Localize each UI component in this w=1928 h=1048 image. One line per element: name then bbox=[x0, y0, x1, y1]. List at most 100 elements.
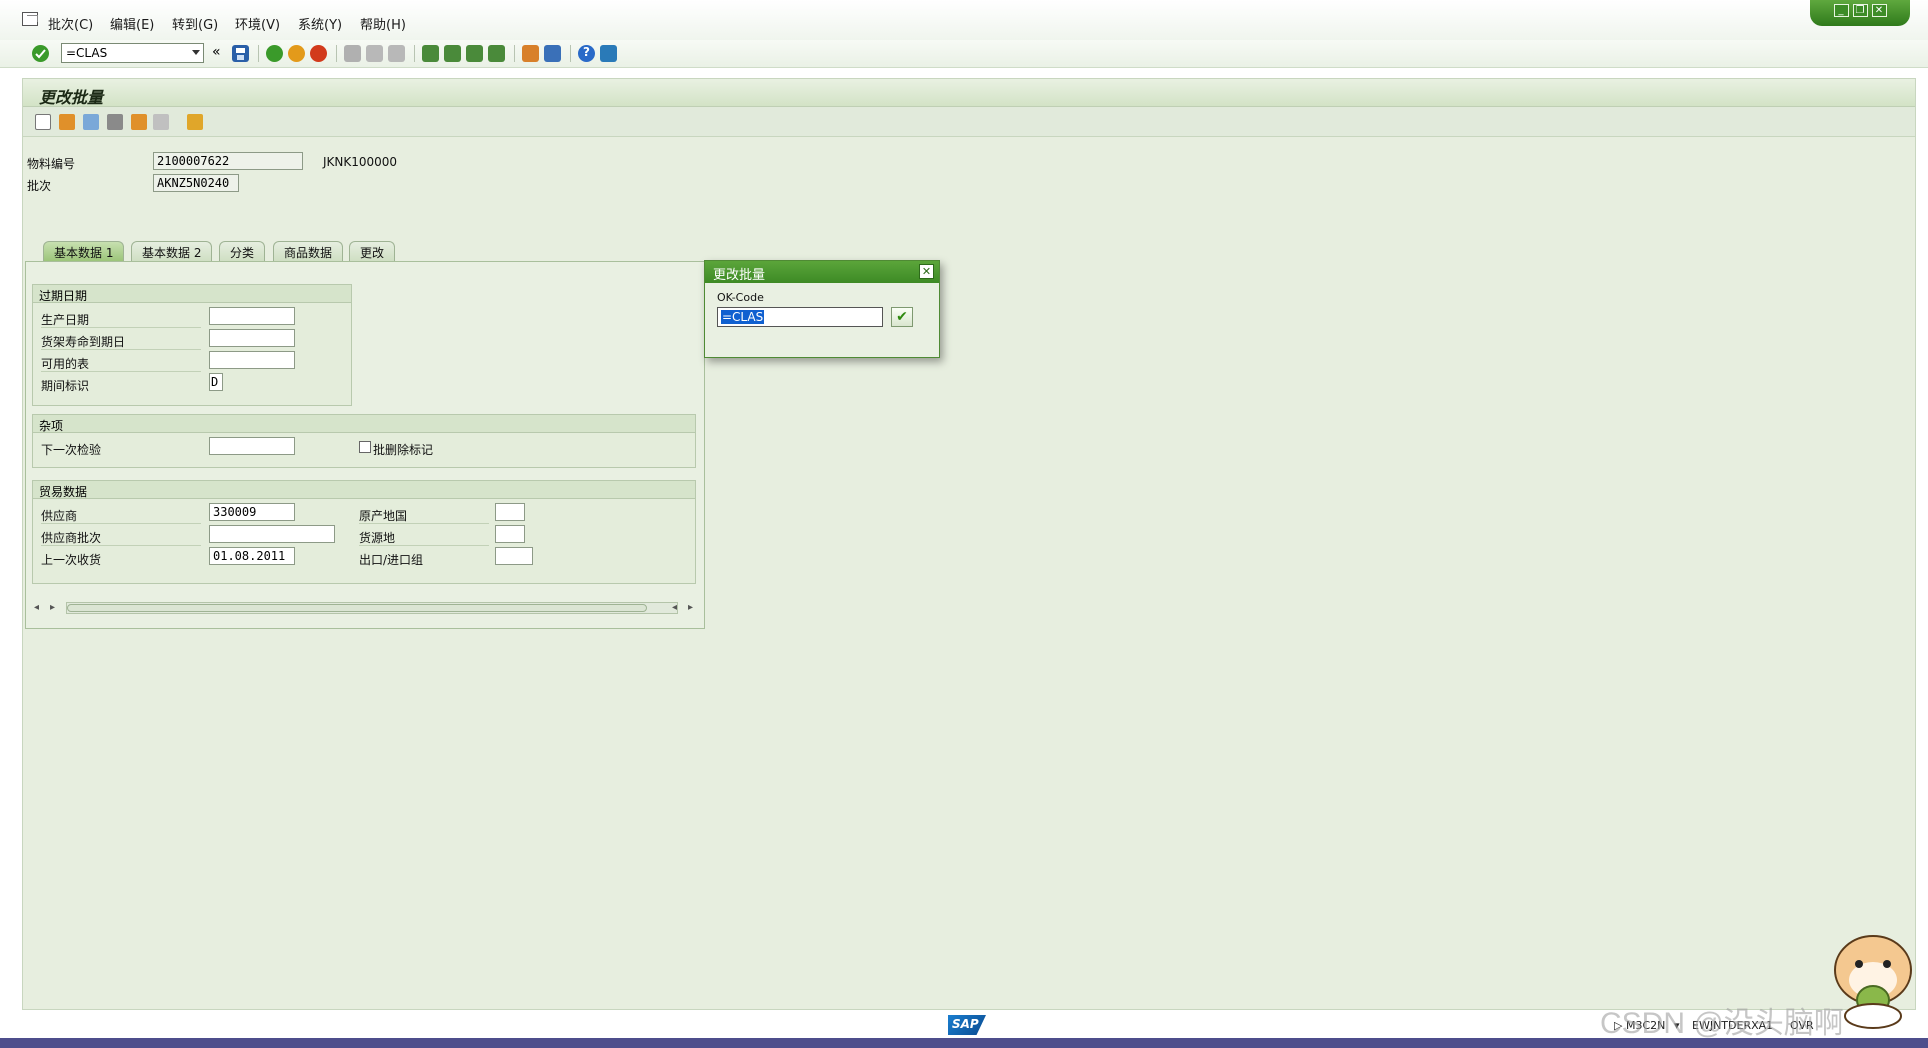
other-batch-icon[interactable] bbox=[131, 114, 147, 130]
find-next-icon[interactable] bbox=[388, 45, 405, 62]
system-toolbar: =CLAS « ? bbox=[0, 40, 1928, 68]
row-divider bbox=[359, 545, 489, 546]
first-page-icon[interactable] bbox=[422, 45, 439, 62]
command-field-value: =CLAS bbox=[66, 46, 108, 60]
shelf-life-expiry-field[interactable] bbox=[209, 329, 295, 347]
application-toolbar bbox=[23, 107, 1915, 137]
toolbar-separator bbox=[570, 45, 571, 62]
material-label: 物料编号 bbox=[27, 157, 76, 171]
group-trade-data: 贸易数据 供应商 330009 供应商批次 上一次收货 01.08.2011 原… bbox=[32, 480, 696, 584]
ok-code-input[interactable]: =CLAS bbox=[717, 307, 883, 327]
layout-menu-icon[interactable] bbox=[600, 45, 617, 62]
production-date-label: 生产日期 bbox=[41, 313, 90, 327]
hamster-mascot-icon bbox=[1834, 935, 1912, 1029]
shortcut-icon[interactable] bbox=[544, 45, 561, 62]
last-page-icon[interactable] bbox=[488, 45, 505, 62]
double-chevron-left-icon[interactable]: « bbox=[212, 44, 221, 60]
material-field[interactable]: 2100007622 bbox=[153, 152, 303, 170]
dialog-title-text: 更改批量 bbox=[713, 268, 766, 283]
tab-classification[interactable]: 分类 bbox=[219, 241, 266, 261]
edit-pencil-icon[interactable] bbox=[83, 114, 99, 130]
scroll-left-end-icon[interactable]: ◂ bbox=[672, 602, 677, 613]
row-divider bbox=[41, 371, 201, 372]
period-indicator-field[interactable]: D bbox=[209, 373, 223, 391]
country-of-origin-field[interactable] bbox=[495, 503, 525, 521]
region-of-origin-label: 货源地 bbox=[359, 531, 396, 545]
scroll-left-icon[interactable]: ◂ bbox=[34, 602, 39, 613]
exit-icon[interactable] bbox=[288, 45, 305, 62]
row-divider bbox=[41, 327, 201, 328]
vendor-label: 供应商 bbox=[41, 509, 78, 523]
ok-code-label: OK-Code bbox=[717, 291, 764, 304]
vendor-batch-field[interactable] bbox=[209, 525, 335, 543]
country-of-origin-label: 原产地国 bbox=[359, 509, 408, 523]
menu-batch[interactable]: 批次(C) bbox=[48, 14, 93, 33]
region-of-origin-field[interactable] bbox=[495, 525, 525, 543]
export-import-group-label: 出口/进口组 bbox=[359, 553, 424, 567]
command-field[interactable]: =CLAS bbox=[61, 43, 204, 63]
help-icon[interactable]: ? bbox=[578, 45, 595, 62]
find-icon[interactable] bbox=[366, 45, 383, 62]
toolbar-separator bbox=[514, 45, 515, 62]
confirm-check-button[interactable]: ✔ bbox=[891, 307, 913, 327]
ok-code-dialog: 更改批量 ✕ OK-Code =CLAS ✔ bbox=[704, 260, 940, 358]
menu-goto[interactable]: 转到(G) bbox=[172, 14, 218, 33]
minimize-icon[interactable]: _ bbox=[1833, 4, 1849, 17]
tab-basic-data-2[interactable]: 基本数据 2 bbox=[131, 241, 213, 261]
row-divider bbox=[359, 523, 489, 524]
tab-panel-basic-data-1: 过期日期 生产日期 货架寿命到期日 可用的表 期间标识 D 杂项 下一次检验 批… bbox=[25, 261, 705, 629]
display-change-icon[interactable] bbox=[107, 114, 123, 130]
dialog-title: 更改批量 ✕ bbox=[705, 261, 939, 283]
horizontal-scrollbar[interactable] bbox=[66, 602, 678, 614]
save-icon[interactable] bbox=[232, 45, 249, 62]
next-page-icon[interactable] bbox=[466, 45, 483, 62]
export-import-group-field[interactable] bbox=[495, 547, 533, 565]
menu-edit[interactable]: 编辑(E) bbox=[110, 14, 154, 33]
restore-icon[interactable]: ❐ bbox=[1852, 4, 1868, 17]
period-indicator-label: 期间标识 bbox=[41, 379, 90, 393]
next-inspection-label: 下一次检验 bbox=[41, 443, 102, 457]
scroll-right-end-icon[interactable]: ▸ bbox=[688, 602, 693, 613]
new-session-icon[interactable] bbox=[522, 45, 539, 62]
chevron-down-icon[interactable] bbox=[192, 50, 200, 55]
batch-field[interactable]: AKNZ5N0240 bbox=[153, 174, 239, 192]
enter-check-icon[interactable] bbox=[32, 45, 49, 62]
group-trade-title: 贸易数据 bbox=[33, 481, 695, 499]
delete-icon[interactable] bbox=[153, 114, 169, 130]
cancel-icon[interactable] bbox=[310, 45, 327, 62]
menu-help[interactable]: 帮助(H) bbox=[360, 14, 406, 33]
menu-system[interactable]: 系统(Y) bbox=[298, 14, 342, 33]
toolbar-separator bbox=[414, 45, 415, 62]
last-receipt-label: 上一次收货 bbox=[41, 553, 102, 567]
copy-icon[interactable] bbox=[59, 114, 75, 130]
menu-bar: 批次(C) 编辑(E) 转到(G) 环境(V) 系统(Y) 帮助(H) _ ❐ … bbox=[0, 0, 1928, 40]
close-icon[interactable]: ✕ bbox=[919, 264, 934, 279]
production-date-field[interactable] bbox=[209, 307, 295, 325]
vendor-field[interactable]: 330009 bbox=[209, 503, 295, 521]
previous-page-icon[interactable] bbox=[444, 45, 461, 62]
close-window-icon[interactable]: ✕ bbox=[1871, 4, 1887, 17]
tab-material-data[interactable]: 商品数据 bbox=[273, 241, 344, 261]
menu-customize-icon[interactable] bbox=[22, 12, 38, 26]
scrollbar-thumb[interactable] bbox=[67, 604, 647, 612]
main-work-area: 更改批量 物料编号 2100007622 JKNK100000 批次 AKNZ5… bbox=[22, 78, 1916, 1010]
scroll-right-icon[interactable]: ▸ bbox=[50, 602, 55, 613]
row-divider bbox=[41, 349, 201, 350]
last-receipt-field[interactable]: 01.08.2011 bbox=[209, 547, 295, 565]
title-bar: 更改批量 bbox=[23, 79, 1915, 107]
watermark: CSDN @没头脑啊 bbox=[1600, 1007, 1844, 1040]
menu-environment[interactable]: 环境(V) bbox=[235, 14, 280, 33]
create-icon[interactable] bbox=[35, 114, 51, 130]
material-description: JKNK100000 bbox=[323, 155, 398, 169]
tab-changes[interactable]: 更改 bbox=[349, 241, 396, 261]
deletion-flag-checkbox[interactable] bbox=[359, 441, 371, 453]
print-icon[interactable] bbox=[344, 45, 361, 62]
available-from-field[interactable] bbox=[209, 351, 295, 369]
next-inspection-field[interactable] bbox=[209, 437, 295, 455]
group-expiry-title: 过期日期 bbox=[33, 285, 351, 303]
back-icon[interactable] bbox=[266, 45, 283, 62]
group-expiry-date: 过期日期 生产日期 货架寿命到期日 可用的表 期间标识 D bbox=[32, 284, 352, 406]
classification-icon[interactable] bbox=[187, 114, 203, 130]
tab-basic-data-1[interactable]: 基本数据 1 bbox=[43, 241, 125, 261]
available-from-label: 可用的表 bbox=[41, 357, 90, 371]
